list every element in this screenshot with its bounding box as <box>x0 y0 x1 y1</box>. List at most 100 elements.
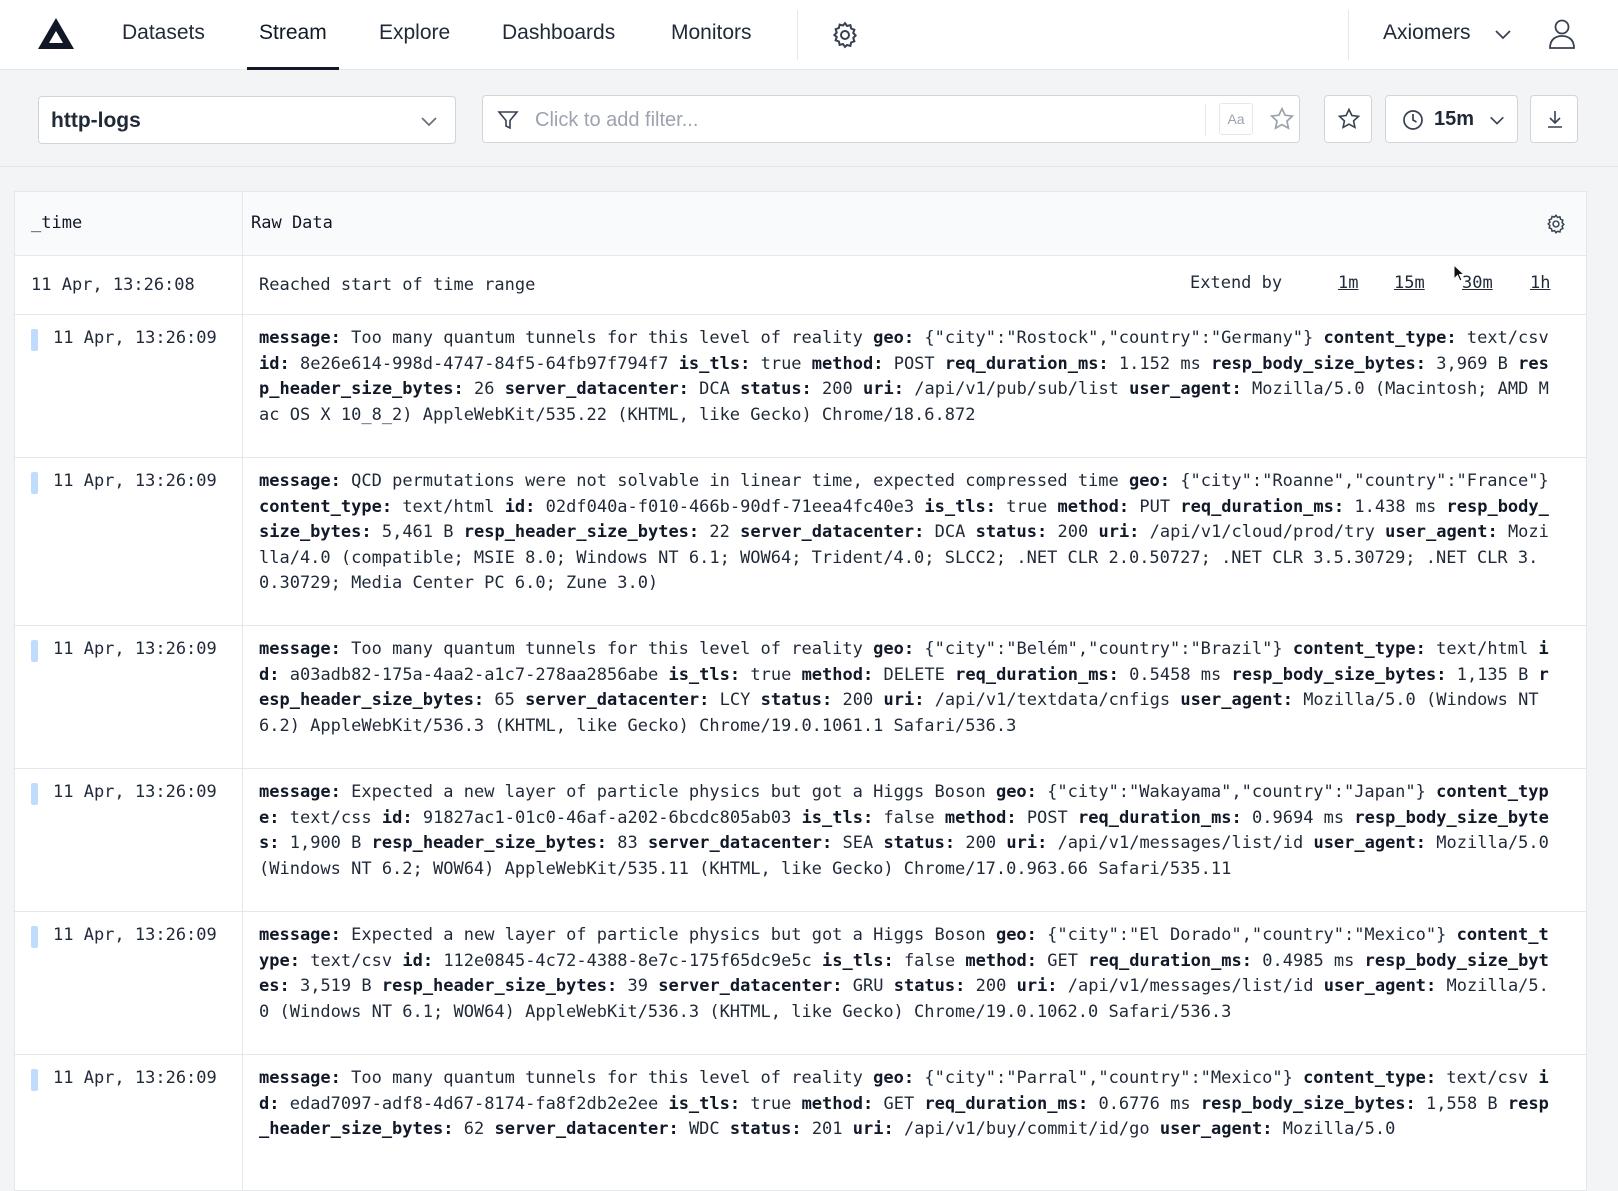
field-value[interactable]: GRU <box>853 976 884 996</box>
field-key[interactable]: geo: <box>996 925 1037 945</box>
field-value[interactable]: 5,461 B <box>382 522 454 542</box>
field-key[interactable]: method: <box>802 1094 874 1114</box>
field-key[interactable]: id: <box>259 354 290 374</box>
field-value[interactable]: false <box>883 808 934 828</box>
field-value[interactable]: POST <box>894 354 935 374</box>
field-key[interactable]: is_tls: <box>822 951 894 971</box>
field-key[interactable]: server_datacenter: <box>494 1119 678 1139</box>
table-row[interactable]: 11 Apr, 13:26:09 message: Too many quantu… <box>15 1055 1586 1190</box>
dataset-select[interactable]: http-logs <box>38 96 456 144</box>
field-key[interactable]: status: <box>976 522 1048 542</box>
table-row[interactable]: 11 Apr, 13:26:09 message: QCD permutation… <box>15 458 1586 626</box>
field-key[interactable]: message: <box>259 925 341 945</box>
field-value[interactable]: /api/v1/messages/list/id <box>1058 833 1304 853</box>
field-value[interactable]: text/csv <box>1467 328 1549 348</box>
field-value[interactable]: 0.9694 ms <box>1252 808 1344 828</box>
field-key[interactable]: status: <box>761 690 833 710</box>
extend-15m-link[interactable]: 15m <box>1394 255 1425 311</box>
chevron-down-icon[interactable] <box>1493 24 1513 44</box>
field-value[interactable]: Too many quantum tunnels for this level … <box>351 328 863 348</box>
field-key[interactable]: req_duration_ms: <box>924 1094 1088 1114</box>
field-value[interactable]: 201 <box>812 1119 843 1139</box>
field-value[interactable]: /api/v1/textdata/cnfigs <box>935 690 1170 710</box>
field-value[interactable]: 65 <box>494 690 514 710</box>
field-key[interactable]: method: <box>945 808 1017 828</box>
field-key[interactable]: method: <box>812 354 884 374</box>
field-key[interactable]: user_agent: <box>1324 976 1437 996</box>
field-value[interactable]: /api/v1/pub/sub/list <box>914 379 1119 399</box>
field-value[interactable]: text/html <box>1436 639 1528 659</box>
field-value[interactable]: 91827ac1-01c0-46af-a202-6bcdc805ab03 <box>423 808 791 828</box>
field-value[interactable]: 200 <box>843 690 874 710</box>
field-key[interactable]: req_duration_ms: <box>955 665 1119 685</box>
field-value[interactable]: QCD permutations were not solvable in li… <box>351 471 1119 491</box>
row-expand-marker[interactable] <box>31 1069 38 1091</box>
field-key[interactable]: geo: <box>873 328 914 348</box>
nav-datasets[interactable]: Datasets <box>122 0 205 70</box>
axiom-logo[interactable] <box>36 16 76 52</box>
field-value[interactable]: 8e26e614-998d-4747-84f5-64fb97f794f7 <box>300 354 668 374</box>
field-value[interactable]: 02df040a-f010-466b-90df-71eea4fc40e3 <box>546 497 914 517</box>
field-value[interactable]: 200 <box>965 833 996 853</box>
field-value[interactable]: Expected a new layer of particle physics… <box>351 782 986 802</box>
field-key[interactable]: is_tls: <box>668 1094 740 1114</box>
table-row[interactable]: 11 Apr, 13:26:09 message: Too many quantu… <box>15 626 1586 769</box>
field-key[interactable]: resp_header_size_bytes: <box>372 833 607 853</box>
field-key[interactable]: geo: <box>873 639 914 659</box>
field-value[interactable]: 3,519 B <box>300 976 372 996</box>
field-key[interactable]: server_datacenter: <box>648 833 832 853</box>
time-range-button[interactable]: 15m <box>1385 95 1518 143</box>
field-key[interactable]: method: <box>802 665 874 685</box>
field-key[interactable]: resp_body_size_bytes: <box>1201 1094 1416 1114</box>
field-key[interactable]: user_agent: <box>1180 690 1293 710</box>
field-value[interactable]: 0.4985 ms <box>1262 951 1354 971</box>
row-expand-marker[interactable] <box>31 472 38 494</box>
field-value[interactable]: {"city":"Belém","country":"Brazil"} <box>924 639 1282 659</box>
field-key[interactable]: message: <box>259 471 341 491</box>
field-key[interactable]: user_agent: <box>1385 522 1498 542</box>
field-value[interactable]: 200 <box>1058 522 1089 542</box>
field-key[interactable]: uri: <box>1006 833 1047 853</box>
field-value[interactable]: true <box>750 1094 791 1114</box>
field-key[interactable]: req_duration_ms: <box>1180 497 1344 517</box>
field-key[interactable]: geo: <box>873 1068 914 1088</box>
extend-1m-link[interactable]: 1m <box>1338 255 1358 311</box>
field-key[interactable]: is_tls: <box>802 808 874 828</box>
field-key[interactable]: status: <box>894 976 966 996</box>
field-key[interactable]: req_duration_ms: <box>1078 808 1242 828</box>
field-value[interactable]: 0.5458 ms <box>1129 665 1221 685</box>
field-value[interactable]: /api/v1/buy/commit/id/go <box>904 1119 1150 1139</box>
field-key[interactable]: server_datacenter: <box>658 976 842 996</box>
field-key[interactable]: is_tls: <box>668 665 740 685</box>
field-key[interactable]: resp_body_size_bytes: <box>1211 354 1426 374</box>
field-key[interactable]: server_datacenter: <box>740 522 924 542</box>
field-key[interactable]: uri: <box>883 690 924 710</box>
field-value[interactable]: 62 <box>464 1119 484 1139</box>
column-header-time[interactable]: _time <box>31 192 82 255</box>
field-value[interactable]: Mozilla/5.0 <box>1283 1119 1396 1139</box>
field-value[interactable]: Too many quantum tunnels for this level … <box>351 1068 863 1088</box>
field-value[interactable]: Expected a new layer of particle physics… <box>351 925 986 945</box>
field-key[interactable]: is_tls: <box>924 497 996 517</box>
field-key[interactable]: resp_header_size_bytes: <box>464 522 699 542</box>
field-key[interactable]: status: <box>740 379 812 399</box>
field-value[interactable]: DELETE <box>883 665 944 685</box>
field-key[interactable]: content_type: <box>1324 328 1457 348</box>
field-value[interactable]: edad7097-adf8-4d67-8174-fa8f2db2e2ee <box>290 1094 658 1114</box>
row-expand-marker[interactable] <box>31 783 38 805</box>
extend-30m-link[interactable]: 30m <box>1462 255 1493 311</box>
field-key[interactable]: resp_body_size_bytes: <box>1232 665 1447 685</box>
field-key[interactable]: uri: <box>853 1119 894 1139</box>
field-key[interactable]: uri: <box>863 379 904 399</box>
nav-explore[interactable]: Explore <box>379 0 450 70</box>
table-settings-gear-icon[interactable] <box>1545 213 1567 235</box>
field-value[interactable]: text/html <box>402 497 494 517</box>
star-icon[interactable] <box>1269 106 1295 132</box>
user-icon[interactable] <box>1547 18 1577 50</box>
field-value[interactable]: true <box>750 665 791 685</box>
field-value[interactable]: {"city":"Roanne","country":"France"} <box>1180 471 1548 491</box>
field-value[interactable]: 39 <box>628 976 648 996</box>
field-value[interactable]: {"city":"El Dorado","country":"Mexico"} <box>1047 925 1446 945</box>
field-key[interactable]: server_datacenter: <box>525 690 709 710</box>
field-value[interactable]: 3,969 B <box>1436 354 1508 374</box>
